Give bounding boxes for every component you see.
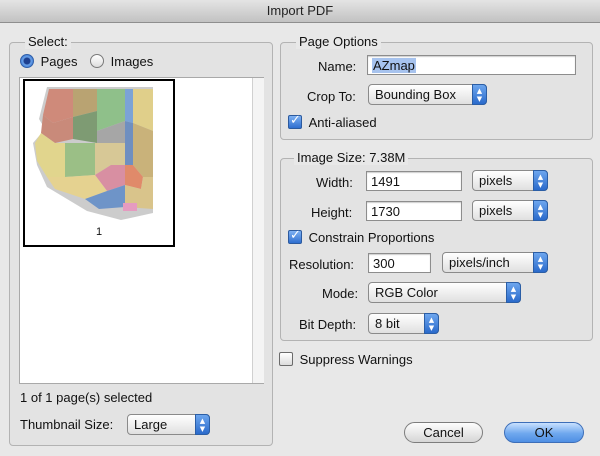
images-radio-button[interactable]: [90, 54, 104, 68]
crop-to-popup[interactable]: Bounding Box ▲ ▼: [368, 84, 487, 105]
cancel-button[interactable]: Cancel: [404, 422, 483, 443]
mode-label: Mode:: [322, 286, 359, 301]
thumbnail-size-value: Large: [134, 417, 168, 432]
updown-arrows-icon: ▲ ▼: [424, 313, 439, 334]
window-title: Import PDF: [0, 0, 600, 23]
constrain-proportions-checkbox[interactable]: [288, 228, 302, 244]
images-radio[interactable]: Images: [90, 54, 153, 69]
width-unit-value: pixels: [479, 173, 513, 188]
pages-radio[interactable]: Pages: [20, 54, 78, 69]
mode-popup[interactable]: RGB Color ▲ ▼: [368, 282, 521, 303]
width-field[interactable]: 1491: [366, 171, 462, 191]
select-legend: Select:: [25, 34, 71, 49]
updown-arrows-icon: ▲ ▼: [533, 252, 548, 273]
suppress-warnings-option[interactable]: Suppress Warnings: [279, 352, 413, 367]
resolution-field[interactable]: 300: [368, 253, 431, 273]
thumbnail-size-label: Thumbnail Size:: [20, 417, 114, 432]
page-thumbnail[interactable]: 1: [23, 79, 175, 247]
height-label: Height:: [311, 205, 353, 220]
updown-arrows-icon: ▲ ▼: [533, 200, 548, 221]
resolution-unit-value: pixels/inch: [449, 255, 510, 270]
width-unit-popup[interactable]: pixels ▲ ▼: [472, 170, 548, 191]
ok-button[interactable]: OK: [504, 422, 584, 443]
pages-radio-button[interactable]: [20, 54, 34, 68]
constrain-proportions-option[interactable]: Constrain Proportions: [288, 228, 435, 245]
anti-aliased-option[interactable]: Anti-aliased: [288, 113, 377, 130]
bit-depth-label: Bit Depth:: [299, 317, 357, 332]
thumbnail-size-popup[interactable]: Large ▲ ▼: [127, 414, 210, 435]
az-map-thumbnail-image: [33, 87, 153, 220]
pages-selected-status: 1 of 1 page(s) selected: [20, 390, 153, 405]
crop-to-value: Bounding Box: [375, 87, 456, 102]
import-pdf-dialog: Import PDF Select: Pages Images 1 1 of 1…: [0, 0, 600, 456]
anti-aliased-checkbox[interactable]: [288, 113, 302, 129]
bit-depth-popup[interactable]: 8 bit ▲ ▼: [368, 313, 439, 334]
updown-arrows-icon: ▲ ▼: [472, 84, 487, 105]
name-field[interactable]: AZmap: [367, 55, 576, 75]
height-field[interactable]: 1730: [366, 201, 462, 221]
updown-arrows-icon: ▲ ▼: [506, 282, 521, 303]
page-thumbnail-list[interactable]: 1: [19, 77, 264, 384]
name-label: Name:: [318, 59, 357, 74]
thumbnail-page-number: 1: [95, 226, 103, 238]
height-unit-value: pixels: [479, 203, 513, 218]
anti-aliased-label: Anti-aliased: [308, 115, 377, 130]
thumbnail-scrollbar[interactable]: [252, 78, 264, 383]
width-label: Width:: [316, 175, 353, 190]
resolution-unit-popup[interactable]: pixels/inch ▲ ▼: [442, 252, 548, 273]
page-options-legend: Page Options: [296, 34, 381, 49]
bit-depth-value: 8 bit: [375, 316, 400, 331]
image-size-legend: Image Size: 7.38M: [294, 150, 409, 165]
crop-to-label: Crop To:: [307, 89, 356, 104]
suppress-warnings-label: Suppress Warnings: [299, 352, 413, 367]
name-value: AZmap: [372, 58, 416, 73]
pages-radio-label: Pages: [40, 54, 78, 69]
images-radio-label: Images: [110, 54, 154, 69]
updown-arrows-icon: ▲ ▼: [195, 414, 210, 435]
resolution-label: Resolution:: [289, 257, 355, 272]
mode-value: RGB Color: [375, 285, 438, 300]
updown-arrows-icon: ▲ ▼: [533, 170, 548, 191]
suppress-warnings-checkbox[interactable]: [279, 352, 293, 366]
height-unit-popup[interactable]: pixels ▲ ▼: [472, 200, 548, 221]
constrain-proportions-label: Constrain Proportions: [308, 230, 435, 245]
